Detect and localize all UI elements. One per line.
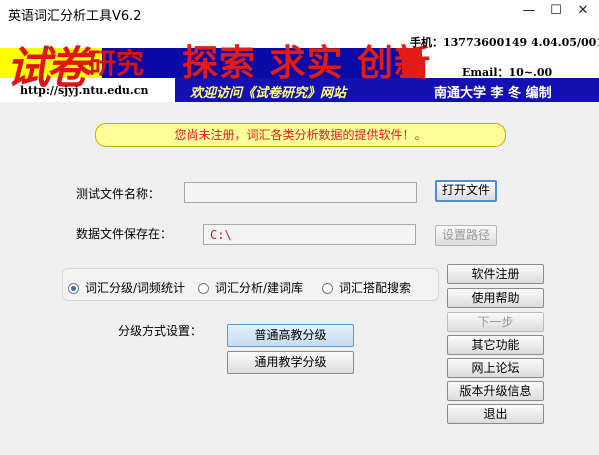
- set-path-button[interactable]: 设置路径: [435, 225, 497, 246]
- radio-unselected-icon[interactable]: [322, 283, 333, 294]
- author-text: 南通大学 李 冬 编制: [434, 86, 552, 101]
- title-bar: 英语词汇分析工具V6.2 — ☐ ✕: [0, 0, 599, 26]
- radio-unselected-icon[interactable]: [198, 283, 209, 294]
- close-icon[interactable]: ✕: [572, 2, 594, 20]
- test-file-input[interactable]: [184, 182, 417, 203]
- header-banner: 试卷 研究 探索 求实 创新 http://sjyj.ntu.edu.cn 手机…: [0, 26, 599, 102]
- radio-word-analysis[interactable]: 词汇分析/建词库: [198, 279, 303, 296]
- radio-word-grading[interactable]: 词汇分级/词频统计: [68, 279, 185, 296]
- level-setting-label: 分级方式设置：: [118, 324, 203, 338]
- help-button[interactable]: 使用帮助: [447, 288, 544, 308]
- maximize-icon[interactable]: ☐: [545, 2, 567, 20]
- radio-label-analysis: 词汇分析/建词库: [215, 281, 304, 295]
- window-title: 英语词汇分析工具V6.2: [8, 9, 142, 24]
- logo-title-part2: 研究: [88, 47, 145, 80]
- banner-slogan: 探索 求实 创新: [182, 42, 432, 84]
- contact-phone: 手机：13773600149 4.04.05/0014056: [410, 36, 599, 49]
- radio-label-grading: 词汇分级/词频统计: [85, 281, 186, 295]
- radio-label-collocation: 词汇搭配搜索: [339, 281, 412, 295]
- test-file-label: 测试文件名称：: [76, 187, 161, 201]
- exit-button[interactable]: 退出: [447, 404, 544, 424]
- register-button[interactable]: 软件注册: [447, 264, 544, 284]
- contact-email: Email：10~.00: [462, 66, 553, 79]
- website-url: http://sjyj.ntu.edu.cn: [20, 84, 149, 97]
- welcome-text: 欢迎访问《试卷研究》网站: [190, 86, 347, 101]
- forum-button[interactable]: 网上论坛: [447, 358, 544, 378]
- level-general-teaching-button[interactable]: 通用教学分级: [227, 351, 354, 374]
- level-higher-edu-button[interactable]: 普通高教分级: [227, 324, 354, 347]
- minimize-icon[interactable]: —: [518, 2, 540, 20]
- save-path-label: 数据文件保存在：: [76, 227, 173, 241]
- radio-collocation-search[interactable]: 词汇搭配搜索: [322, 279, 411, 296]
- other-functions-button[interactable]: 其它功能: [447, 335, 544, 355]
- open-file-button[interactable]: 打开文件: [435, 180, 497, 202]
- upgrade-info-button[interactable]: 版本升级信息: [447, 381, 544, 401]
- next-step-button[interactable]: 下一步: [447, 312, 544, 332]
- radio-selected-icon[interactable]: [68, 283, 79, 294]
- registration-notice: 您尚未注册，词汇各类分析数据的提供软件！。: [95, 123, 506, 147]
- save-path-input[interactable]: C:\: [203, 224, 416, 245]
